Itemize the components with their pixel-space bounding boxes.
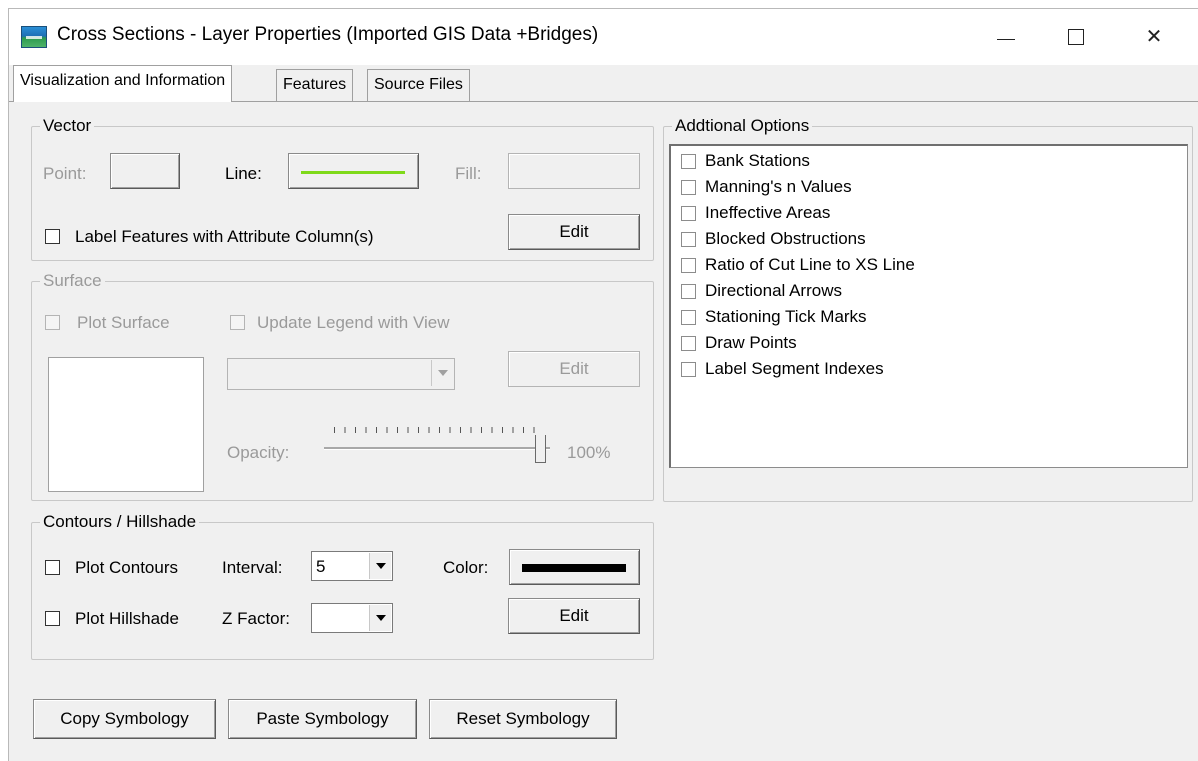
plot-hillshade-checkbox[interactable] [45, 611, 60, 626]
plot-hillshade-label: Plot Hillshade [75, 609, 179, 628]
vector-group: Vector Point: Line: Fill: Label Features… [31, 116, 654, 261]
tab-visualization[interactable]: Visualization and Information [13, 65, 233, 102]
chevron-down-icon [369, 605, 391, 631]
point-label: Point: [43, 164, 87, 183]
option-checkbox[interactable] [681, 336, 696, 351]
line-label: Line: [225, 164, 262, 183]
fill-label: Fill: [455, 164, 482, 183]
chevron-down-icon [431, 360, 453, 386]
option-label: Bank Stations [705, 151, 810, 170]
minimize-icon [997, 39, 1015, 40]
app-icon [21, 26, 47, 48]
contours-group: Contours / Hillshade Plot Contours Inter… [31, 512, 654, 660]
reset-symbology-button[interactable]: Reset Symbology [429, 699, 617, 739]
vector-edit-button[interactable]: Edit [508, 214, 640, 250]
close-button[interactable]: ✕ [1119, 9, 1189, 65]
chevron-down-icon [369, 553, 391, 579]
option-label: Manning's n Values [705, 177, 852, 196]
fill-symbol-button[interactable] [508, 153, 640, 189]
contours-group-legend: Contours / Hillshade [40, 512, 200, 532]
surface-group: Surface Plot Surface Update Legend with … [31, 271, 654, 501]
copy-symbology-button[interactable]: Copy Symbology [33, 699, 216, 739]
option-checkbox[interactable] [681, 232, 696, 247]
tab-features[interactable]: Features [276, 69, 354, 101]
vector-group-legend: Vector [40, 116, 95, 136]
update-legend-checkbox[interactable] [230, 315, 245, 330]
interval-select[interactable]: 5 [311, 551, 393, 581]
surface-edit-button[interactable]: Edit [508, 351, 640, 387]
plot-contours-label: Plot Contours [75, 558, 178, 577]
opacity-ticks [334, 427, 544, 433]
surface-group-legend: Surface [40, 271, 105, 291]
label-features-checkbox[interactable] [45, 229, 60, 244]
option-label: Ratio of Cut Line to XS Line [705, 255, 915, 274]
opacity-slider[interactable] [324, 419, 554, 467]
window-title: Cross Sections - Layer Properties (Impor… [57, 24, 599, 45]
line-symbol-button[interactable] [288, 153, 419, 189]
contour-color-swatch [522, 564, 626, 572]
surface-legend-box [48, 357, 204, 492]
interval-value: 5 [316, 557, 326, 576]
option-checkbox[interactable] [681, 180, 696, 195]
option-checkbox[interactable] [681, 206, 696, 221]
title-bar[interactable]: Cross Sections - Layer Properties (Impor… [9, 9, 1198, 65]
zfactor-select[interactable] [311, 603, 393, 633]
option-checkbox[interactable] [681, 362, 696, 377]
zfactor-label: Z Factor: [222, 609, 291, 628]
maximize-button[interactable] [1041, 9, 1111, 65]
contour-color-button[interactable] [509, 549, 640, 585]
opacity-value: 100% [567, 443, 611, 462]
opacity-label: Opacity: [227, 443, 290, 462]
tab-source-files[interactable]: Source Files [367, 69, 470, 101]
option-label: Draw Points [705, 333, 797, 352]
point-symbol-button[interactable] [110, 153, 180, 189]
additional-options-list[interactable]: Bank Stations Manning's n Values Ineffec… [669, 144, 1188, 468]
color-label: Color: [443, 558, 489, 577]
option-label: Stationing Tick Marks [705, 307, 867, 326]
surface-colormap-select[interactable] [227, 358, 455, 390]
interval-label: Interval: [222, 558, 283, 577]
plot-surface-checkbox[interactable] [45, 315, 60, 330]
paste-symbology-button[interactable]: Paste Symbology [228, 699, 417, 739]
option-label: Ineffective Areas [705, 203, 831, 222]
option-label: Directional Arrows [705, 281, 842, 300]
option-checkbox[interactable] [681, 284, 696, 299]
additional-options-group: Addtional Options Bank Stations Manning'… [663, 116, 1193, 502]
label-features-label: Label Features with Attribute Column(s) [75, 227, 374, 246]
additional-options-legend: Addtional Options [672, 116, 813, 136]
option-label: Blocked Obstructions [705, 229, 866, 248]
minimize-button[interactable] [971, 9, 1041, 65]
option-label: Label Segment Indexes [705, 359, 884, 378]
plot-surface-label: Plot Surface [77, 313, 170, 332]
maximize-icon [1068, 29, 1084, 45]
close-icon: ✕ [1145, 26, 1163, 48]
option-checkbox[interactable] [681, 258, 696, 273]
opacity-thumb[interactable] [535, 435, 546, 463]
tab-strip: Visualization and Information Features S… [9, 65, 1198, 105]
hillshade-edit-button[interactable]: Edit [508, 598, 640, 634]
opacity-track [324, 447, 550, 450]
update-legend-label: Update Legend with View [257, 313, 450, 332]
plot-contours-checkbox[interactable] [45, 560, 60, 575]
line-color-swatch [301, 171, 405, 174]
option-checkbox[interactable] [681, 154, 696, 169]
layer-properties-window: Cross Sections - Layer Properties (Impor… [8, 8, 1198, 761]
option-checkbox[interactable] [681, 310, 696, 325]
